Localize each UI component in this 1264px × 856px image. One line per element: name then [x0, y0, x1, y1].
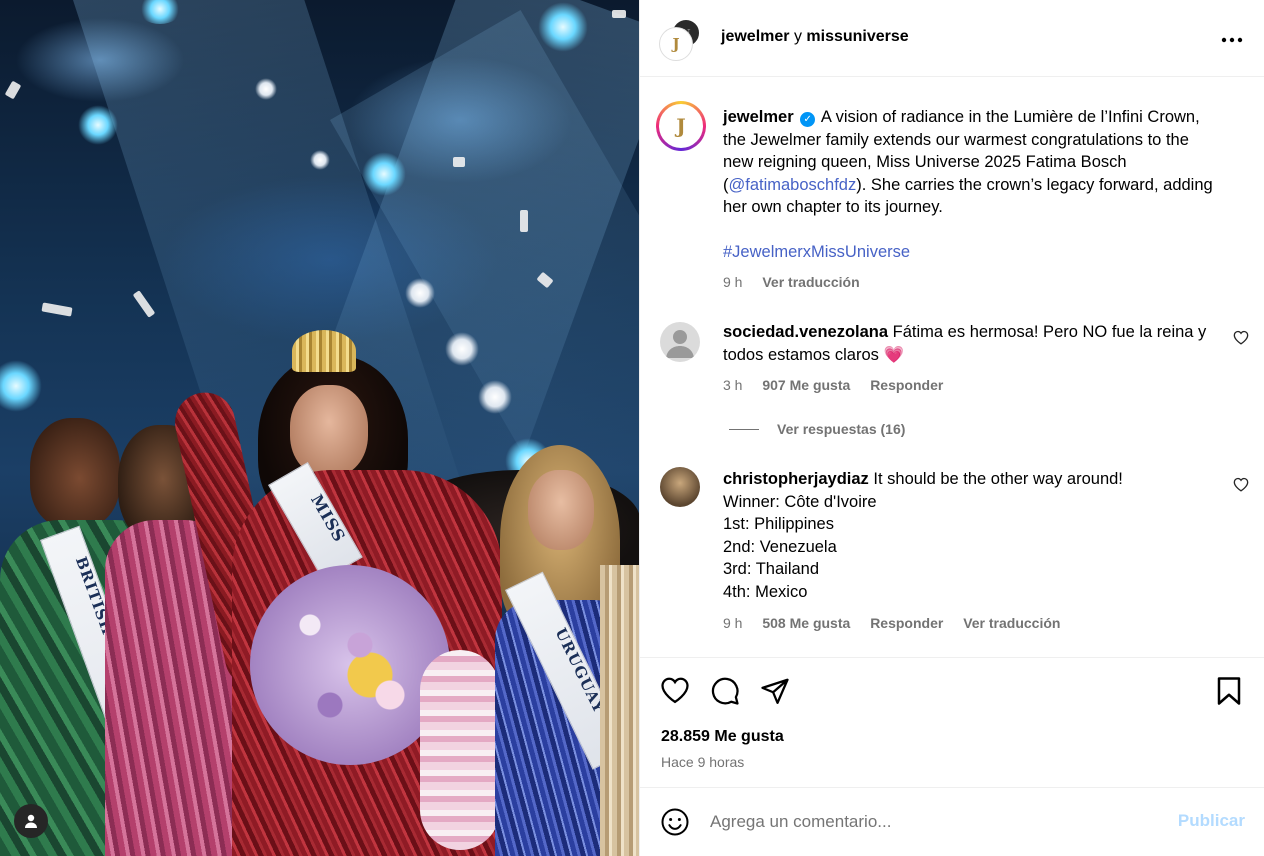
- comment-reply-button[interactable]: Responder: [870, 615, 943, 631]
- author-link-jewelmer[interactable]: jewelmer: [721, 28, 789, 45]
- jewelmer-logo-icon: J: [676, 114, 686, 138]
- save-button[interactable]: [1216, 676, 1248, 708]
- emoji-icon: [661, 808, 689, 836]
- comment-username[interactable]: christopherjaydiaz: [723, 470, 869, 488]
- comment-username[interactable]: sociedad.venezolana: [723, 323, 888, 341]
- comment-meta: 9 h 508 Me gusta Responder Ver traducció…: [723, 615, 1076, 631]
- verified-badge-icon: ✓: [800, 112, 816, 127]
- comments-scroll[interactable]: J jewelmer ✓ A vision of radiance in the…: [640, 77, 1264, 657]
- comment-line: 1st: Philippines: [723, 515, 834, 533]
- post-panel: U J jewelmer y missuniverse J: [639, 0, 1264, 856]
- view-replies-label: Ver respuestas (16): [777, 421, 906, 437]
- comment-time[interactable]: 9 h: [723, 615, 742, 631]
- heart-icon: [1233, 477, 1249, 492]
- like-button[interactable]: [660, 676, 692, 708]
- jewelmer-avatar: J: [660, 28, 692, 60]
- tagged-users-button[interactable]: [14, 804, 48, 838]
- commenter-avatar[interactable]: [660, 467, 700, 507]
- caption-mention-link[interactable]: @fatimaboschfdz: [729, 176, 857, 194]
- caption-avatar-ring[interactable]: J: [656, 101, 706, 151]
- comment-likes[interactable]: 907 Me gusta: [762, 377, 850, 393]
- comment-meta: 3 h 907 Me gusta Responder: [723, 377, 959, 393]
- commenter-avatar[interactable]: [660, 322, 700, 362]
- jewelmer-logo-icon: J: [672, 35, 680, 53]
- default-user-icon: [666, 330, 694, 358]
- emoji-button[interactable]: [660, 807, 690, 837]
- comment-like-button[interactable]: [1233, 477, 1249, 496]
- heart-icon: [1233, 330, 1249, 345]
- comment-likes[interactable]: 508 Me gusta: [762, 615, 850, 631]
- author-link-missuniverse[interactable]: missuniverse: [806, 28, 908, 45]
- bookmark-icon: [1217, 677, 1241, 705]
- post-image[interactable]: BRITISH VIRGIN ISLANDS MISS URUGUAY: [0, 0, 639, 856]
- comment-line: It should be the other way around!: [873, 470, 1123, 488]
- comment-time[interactable]: 3 h: [723, 377, 742, 393]
- caption-hashtag-link[interactable]: #JewelmerxMissUniverse: [723, 241, 1223, 264]
- comment-like-button[interactable]: [1233, 330, 1249, 349]
- user-icon: [25, 814, 37, 828]
- replies-divider: [729, 428, 759, 430]
- share-button[interactable]: [760, 676, 792, 708]
- comment-icon: [711, 677, 739, 705]
- comment-input[interactable]: [710, 810, 1150, 834]
- comment-line: 4th: Mexico: [723, 582, 808, 601]
- caption-username[interactable]: jewelmer: [723, 108, 794, 126]
- caption-text: jewelmer ✓ A vision of radiance in the L…: [723, 106, 1223, 263]
- publish-button[interactable]: Publicar: [1178, 811, 1245, 831]
- comment-line: 3rd: Thailand: [723, 560, 820, 578]
- share-icon: [761, 678, 789, 704]
- comment-composer: Publicar: [640, 787, 1264, 856]
- comment-emoji: 💗: [883, 345, 905, 364]
- action-bar: 28.859 Me gusta Hace 9 horas: [640, 657, 1264, 787]
- post-header: U J jewelmer y missuniverse: [640, 0, 1264, 77]
- comment-text: christopherjaydiaz It should be the othe…: [723, 468, 1183, 603]
- comment-reply-button[interactable]: Responder: [870, 377, 943, 393]
- comment-text: sociedad.venezolana Fátima es hermosa! P…: [723, 321, 1213, 366]
- comment-translate-button[interactable]: Ver traducción: [963, 615, 1060, 631]
- comment-line: Winner: Côte d'Ivoire: [723, 492, 877, 511]
- collab-avatars[interactable]: U J: [660, 18, 704, 62]
- post-authors: jewelmer y missuniverse: [721, 28, 909, 46]
- likes-count[interactable]: 28.859 Me gusta: [661, 728, 784, 746]
- jewelmer-avatar: J: [659, 104, 703, 148]
- more-options-button[interactable]: [1221, 26, 1243, 49]
- heart-icon: [661, 677, 689, 704]
- comment-line: 2nd: Venezuela: [723, 537, 837, 556]
- caption-time[interactable]: 9 h: [723, 274, 742, 290]
- comment-button[interactable]: [710, 676, 742, 708]
- view-replies-button[interactable]: Ver respuestas (16): [729, 421, 905, 437]
- post-time[interactable]: Hace 9 horas: [661, 754, 744, 770]
- more-icon: [1221, 37, 1243, 43]
- author-connector: y: [793, 28, 802, 45]
- caption-meta: 9 h Ver traducción: [723, 274, 876, 290]
- caption-translate-button[interactable]: Ver traducción: [762, 274, 859, 290]
